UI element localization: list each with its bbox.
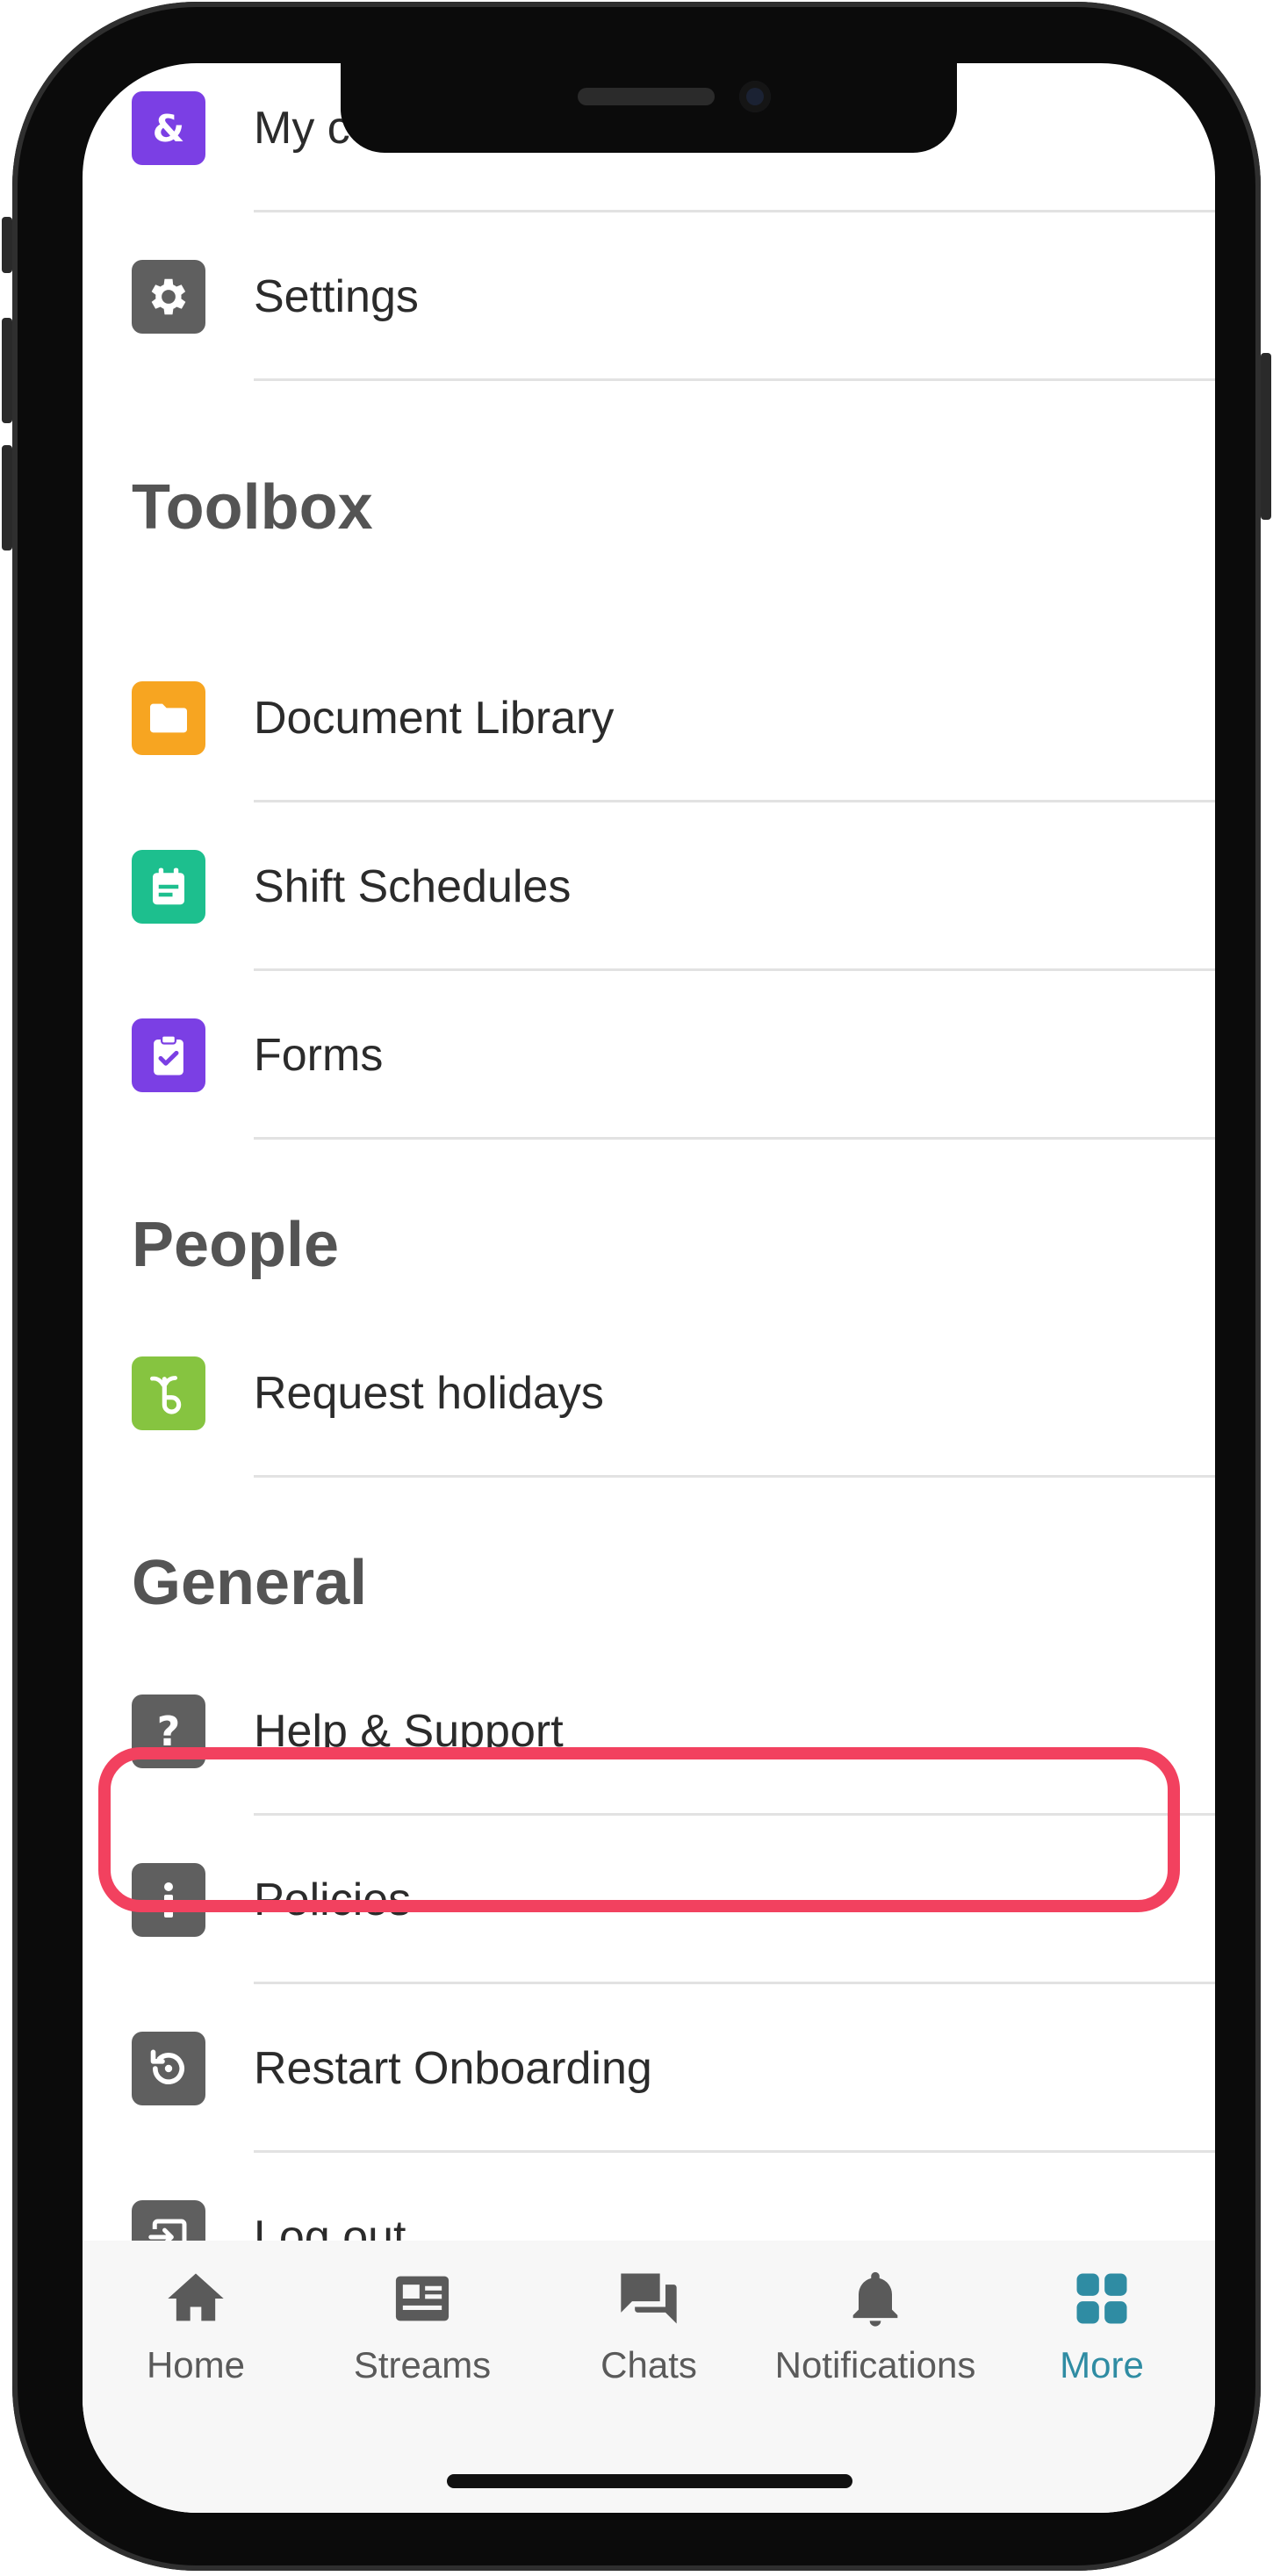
tab-label: More [1060,2344,1144,2385]
power-button [1261,353,1271,520]
calendar-icon [132,850,205,924]
tab-label: Home [146,2344,246,2385]
holiday-leaf-icon [132,1356,205,1430]
menu-item-forms[interactable]: Forms [83,971,1215,1140]
notch [341,63,957,153]
tab-label: Chats [601,2344,697,2385]
more-menu: & My company ID Settings Toolbox Documen [83,63,1215,2241]
menu-item-log-out[interactable]: Log out [83,2153,1215,2241]
logout-icon [132,2200,205,2241]
silent-switch [2,217,12,273]
folder-icon [132,681,205,755]
divider [254,1137,1215,1140]
ampersand-icon: & [132,91,205,165]
divider [254,1475,1215,1478]
menu-item-request-holidays[interactable]: Request holidays [83,1309,1215,1478]
phone-frame: & My company ID Settings Toolbox Documen [2,2,1271,2571]
restart-icon [132,2032,205,2105]
tab-label: Streams [353,2344,492,2385]
volume-down-button [2,445,12,550]
tab-more[interactable]: More [989,2265,1215,2414]
menu-item-label: Restart Onboarding [254,2043,652,2094]
grid-icon [1076,2273,1127,2324]
streams-icon [395,2276,450,2321]
section-title-general: General [132,1548,368,1618]
bell-icon [852,2271,898,2327]
menu-item-label: Log out [254,2212,406,2241]
tab-home[interactable]: Home [83,2265,309,2414]
gear-icon [132,260,205,334]
clipboard-check-icon [132,1018,205,1092]
menu-item-document-library[interactable]: Document Library [83,634,1215,802]
chats-icon [621,2273,677,2324]
volume-up-button [2,318,12,423]
phone-screen: & My company ID Settings Toolbox Documen [83,63,1215,2513]
section-title-people: People [132,1210,340,1280]
menu-item-restart-onboarding[interactable]: Restart Onboarding [83,1984,1215,2153]
menu-item-label: Document Library [254,693,615,744]
divider [254,378,1215,381]
home-indicator[interactable] [447,2474,852,2488]
menu-item-settings[interactable]: Settings [83,212,1215,381]
menu-item-label: Request holidays [254,1368,604,1419]
tab-label: Notifications [774,2344,976,2385]
menu-item-shift-schedules[interactable]: Shift Schedules [83,802,1215,971]
menu-item-label: Shift Schedules [254,861,572,912]
tab-streams[interactable]: Streams [309,2265,536,2414]
policies-highlight-box [98,1747,1180,1912]
menu-item-label: Settings [254,271,419,322]
tab-chats[interactable]: Chats [536,2265,762,2414]
bottom-tab-bar: Home Streams Chats Notifications More [83,2241,1215,2513]
earpiece-speaker [578,88,715,105]
home-icon [168,2273,224,2321]
section-title-toolbox: Toolbox [132,472,373,543]
svg-text:&: & [153,107,185,150]
menu-item-label: Forms [254,1030,384,1081]
front-camera [739,81,771,112]
tab-notifications[interactable]: Notifications [762,2265,989,2414]
